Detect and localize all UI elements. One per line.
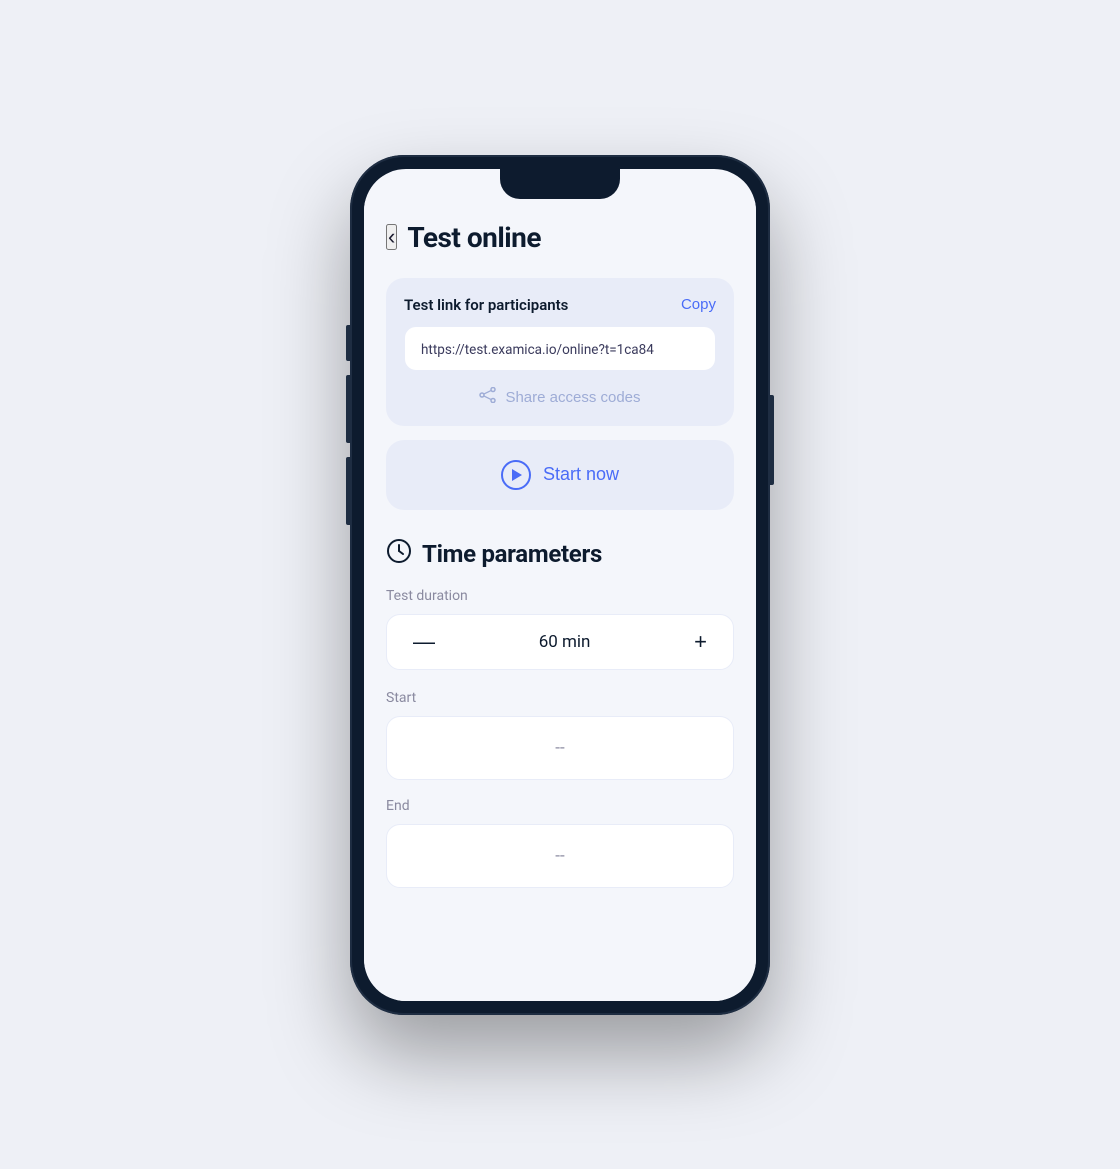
start-now-button[interactable]: Start now [386,440,734,510]
power-button [770,395,774,485]
link-url-text: https://test.examica.io/online?t=1ca84 [421,342,654,358]
link-input-box: https://test.examica.io/online?t=1ca84 [404,326,716,371]
section-header: Time parameters [386,538,734,570]
duration-label: Test duration [386,588,734,604]
share-access-button[interactable]: Share access codes [404,383,716,412]
copy-button[interactable]: Copy [681,296,716,313]
end-field-section: End -- [386,798,734,888]
increment-button[interactable]: + [688,631,713,653]
clock-icon [386,538,412,570]
screen-content: ‹ Test online Test link for participants… [364,201,756,1001]
end-field-box[interactable]: -- [386,824,734,888]
play-triangle [512,469,522,481]
bottom-spacer [386,906,734,936]
end-label: End [386,798,734,814]
phone-device: ‹ Test online Test link for participants… [350,155,770,1015]
card-title: Test link for participants [404,296,568,314]
test-link-card: Test link for participants Copy https://… [386,278,734,426]
back-button[interactable]: ‹ [386,224,397,250]
share-icon [479,387,497,408]
start-field-section: Start -- [386,690,734,780]
start-now-label: Start now [543,464,619,485]
page-header: ‹ Test online [386,221,734,254]
page-title: Test online [407,221,541,254]
volume-down-button [346,457,350,525]
start-field-box[interactable]: -- [386,716,734,780]
duration-field-section: Test duration — 60 min + [386,588,734,670]
mute-button [346,325,350,361]
volume-up-button [346,375,350,443]
duration-value: 60 min [539,632,591,652]
decrement-button[interactable]: — [407,631,441,653]
duration-stepper: — 60 min + [386,614,734,670]
share-access-label: Share access codes [505,389,640,406]
end-placeholder: -- [555,846,564,866]
play-icon [501,460,531,490]
start-placeholder: -- [555,738,564,758]
notch [500,169,620,199]
card-header: Test link for participants Copy [404,296,716,314]
section-title: Time parameters [422,540,602,568]
start-label: Start [386,690,734,706]
phone-screen: ‹ Test online Test link for participants… [364,169,756,1001]
